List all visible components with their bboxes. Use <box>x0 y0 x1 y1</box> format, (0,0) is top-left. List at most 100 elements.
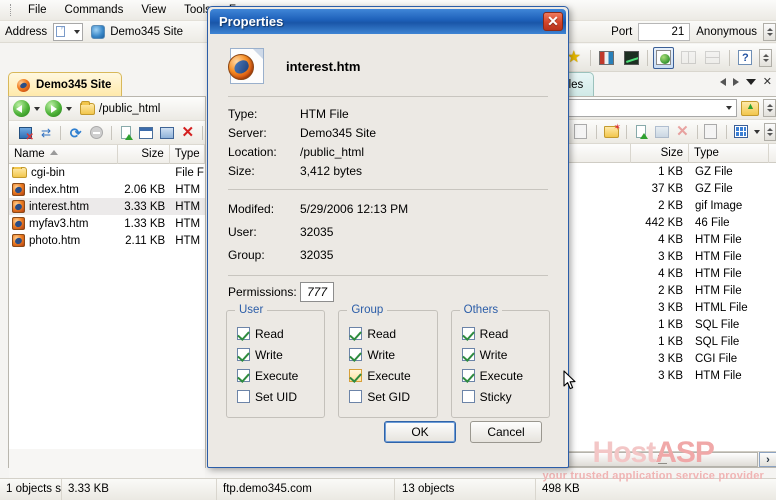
table-row[interactable]: 3 KB CGI File <box>549 350 776 367</box>
checkbox-group-execute[interactable] <box>349 369 363 382</box>
checkbox-user-execute[interactable] <box>237 369 250 382</box>
checkbox-others-write[interactable] <box>461 348 475 361</box>
column-header-size[interactable]: Size <box>631 143 689 163</box>
scroll-right-icon[interactable]: › <box>759 452 776 467</box>
tab-list-icon[interactable] <box>745 78 756 85</box>
permission-group-user: User Read Write Execute Set UID <box>226 304 326 418</box>
permission-group-group: Group Read Write Execute Set GID <box>338 304 438 418</box>
remote-path-combo[interactable] <box>551 99 737 117</box>
folder-icon <box>80 100 95 115</box>
table-row[interactable]: ..1 KBGZ File <box>549 163 776 180</box>
local-path-value[interactable]: /public_html <box>99 103 160 115</box>
queue-window-icon <box>139 126 154 139</box>
column-header-type[interactable]: Type <box>689 143 769 163</box>
remote-file-list[interactable]: ..1 KBGZ File 37 KBGZ File 2 KBgif Image… <box>549 163 776 384</box>
table-row[interactable]: 2 KB HTM File <box>549 282 776 299</box>
new-document-icon <box>120 126 133 140</box>
new-folder-button[interactable] <box>603 122 621 140</box>
queue-button[interactable] <box>138 124 155 141</box>
help-button[interactable]: ? <box>735 47 757 69</box>
tab-next-icon[interactable] <box>732 77 739 86</box>
table-row[interactable]: 3 KB HTM File <box>549 367 776 384</box>
properties-button[interactable] <box>633 123 650 140</box>
table-row[interactable]: 1 KB SQL File <box>549 316 776 333</box>
menu-item-file[interactable]: File <box>19 2 56 18</box>
remote-horizontal-scrollbar[interactable]: › <box>549 451 776 467</box>
table-row[interactable]: 3 KB HTM File <box>549 248 776 265</box>
local-file-list[interactable]: cgi-bin File F index.htm 2.06 KB HTM int… <box>9 164 205 449</box>
checkbox-group-read[interactable] <box>349 327 363 340</box>
table-row[interactable]: 2 KB gif Image <box>549 197 776 214</box>
toolbar-spinner[interactable] <box>759 48 772 67</box>
dialog-title-bar[interactable]: Properties ✕ <box>210 9 566 34</box>
forward-icon[interactable] <box>45 100 62 117</box>
split-horizontal-button[interactable] <box>702 47 724 69</box>
transfer-graph-button[interactable] <box>620 47 642 69</box>
paste-button[interactable] <box>574 123 591 140</box>
column-header-name[interactable]: Name <box>9 144 118 164</box>
table-row-selected[interactable]: interest.htm 3.33 KB HTM <box>9 198 205 215</box>
tab-demo345-site[interactable]: Demo345 Site <box>8 72 123 97</box>
split-vertical-button[interactable] <box>677 47 699 69</box>
table-row[interactable]: photo.htm 2.11 KB HTM <box>9 232 205 249</box>
stop-button[interactable] <box>88 124 105 141</box>
table-row[interactable]: index.htm 2.06 KB HTM <box>9 181 205 198</box>
chevron-down-icon[interactable] <box>726 106 732 110</box>
browse-web-button[interactable] <box>652 46 675 69</box>
ok-button[interactable]: OK <box>384 421 456 443</box>
spinner-control[interactable] <box>763 23 776 41</box>
toolbar-grip[interactable] <box>10 4 13 16</box>
checkbox-user-read[interactable] <box>237 327 250 340</box>
menu-item-view[interactable]: View <box>132 2 175 18</box>
close-icon[interactable]: ✕ <box>543 12 563 31</box>
address-combo[interactable] <box>53 22 84 41</box>
remote-delete-button[interactable]: ✕ <box>674 123 691 140</box>
table-row[interactable]: 4 KB HTM File <box>549 265 776 282</box>
table-row[interactable]: 37 KB GZ File <box>549 180 776 197</box>
checkbox-set-gid[interactable] <box>349 390 363 403</box>
forward-history-icon[interactable] <box>66 106 72 111</box>
chevron-down-icon[interactable] <box>74 29 81 34</box>
back-icon[interactable] <box>13 100 30 117</box>
group-legend: Group <box>347 304 388 316</box>
column-header-size[interactable]: Size <box>118 144 170 164</box>
view-mode-button[interactable] <box>733 123 750 140</box>
site-manager-button[interactable] <box>596 47 618 69</box>
checkbox-group-write[interactable] <box>349 348 363 361</box>
delete-button[interactable]: ✕ <box>179 124 196 141</box>
checkbox-others-execute[interactable] <box>461 369 475 382</box>
remote-monitor-button[interactable] <box>653 123 670 140</box>
monitor-button[interactable] <box>159 124 176 141</box>
port-input[interactable]: 21 <box>638 23 691 41</box>
checkbox-others-read[interactable] <box>461 327 475 340</box>
remote-nav-spinner[interactable] <box>763 99 776 117</box>
reconnect-button[interactable]: ⇄ <box>38 124 55 141</box>
column-header-type[interactable]: Type <box>170 144 205 164</box>
refresh-button[interactable]: ⟳ <box>67 124 84 141</box>
tab-close-icon[interactable]: ✕ <box>763 75 772 88</box>
scrollbar-thumb[interactable] <box>566 452 758 467</box>
table-row[interactable]: 1 KB SQL File <box>549 333 776 350</box>
table-row[interactable]: myfav3.htm 1.33 KB HTM <box>9 215 205 232</box>
tab-prev-icon[interactable] <box>719 77 726 86</box>
username-value[interactable]: Anonymous <box>690 26 763 38</box>
checkbox-set-uid[interactable] <box>237 390 250 403</box>
back-history-icon[interactable] <box>34 106 40 111</box>
new-file-button[interactable] <box>117 124 134 141</box>
checkbox-sticky[interactable] <box>461 390 475 403</box>
cancel-button[interactable]: Cancel <box>470 421 542 443</box>
table-row[interactable]: cgi-bin File F <box>9 164 205 181</box>
table-row[interactable]: ...442 KB46 File <box>549 214 776 231</box>
table-row[interactable]: 3 KB HTML File <box>549 299 776 316</box>
table-row[interactable]: 4 KB HTM File <box>549 231 776 248</box>
checkbox-user-write[interactable] <box>237 348 250 361</box>
menu-item-commands[interactable]: Commands <box>56 2 133 18</box>
remote-toolbar-spinner[interactable] <box>763 122 776 141</box>
copy-button[interactable] <box>704 123 721 140</box>
detail-value: 5/29/2006 12:13 PM <box>300 202 409 216</box>
disconnect-button[interactable]: ✕ <box>17 124 34 142</box>
up-one-level-icon[interactable] <box>741 100 759 116</box>
permissions-input[interactable]: 777 <box>300 282 334 302</box>
view-mode-chevron-icon[interactable] <box>753 129 760 134</box>
checkbox-row: Read <box>461 323 539 344</box>
